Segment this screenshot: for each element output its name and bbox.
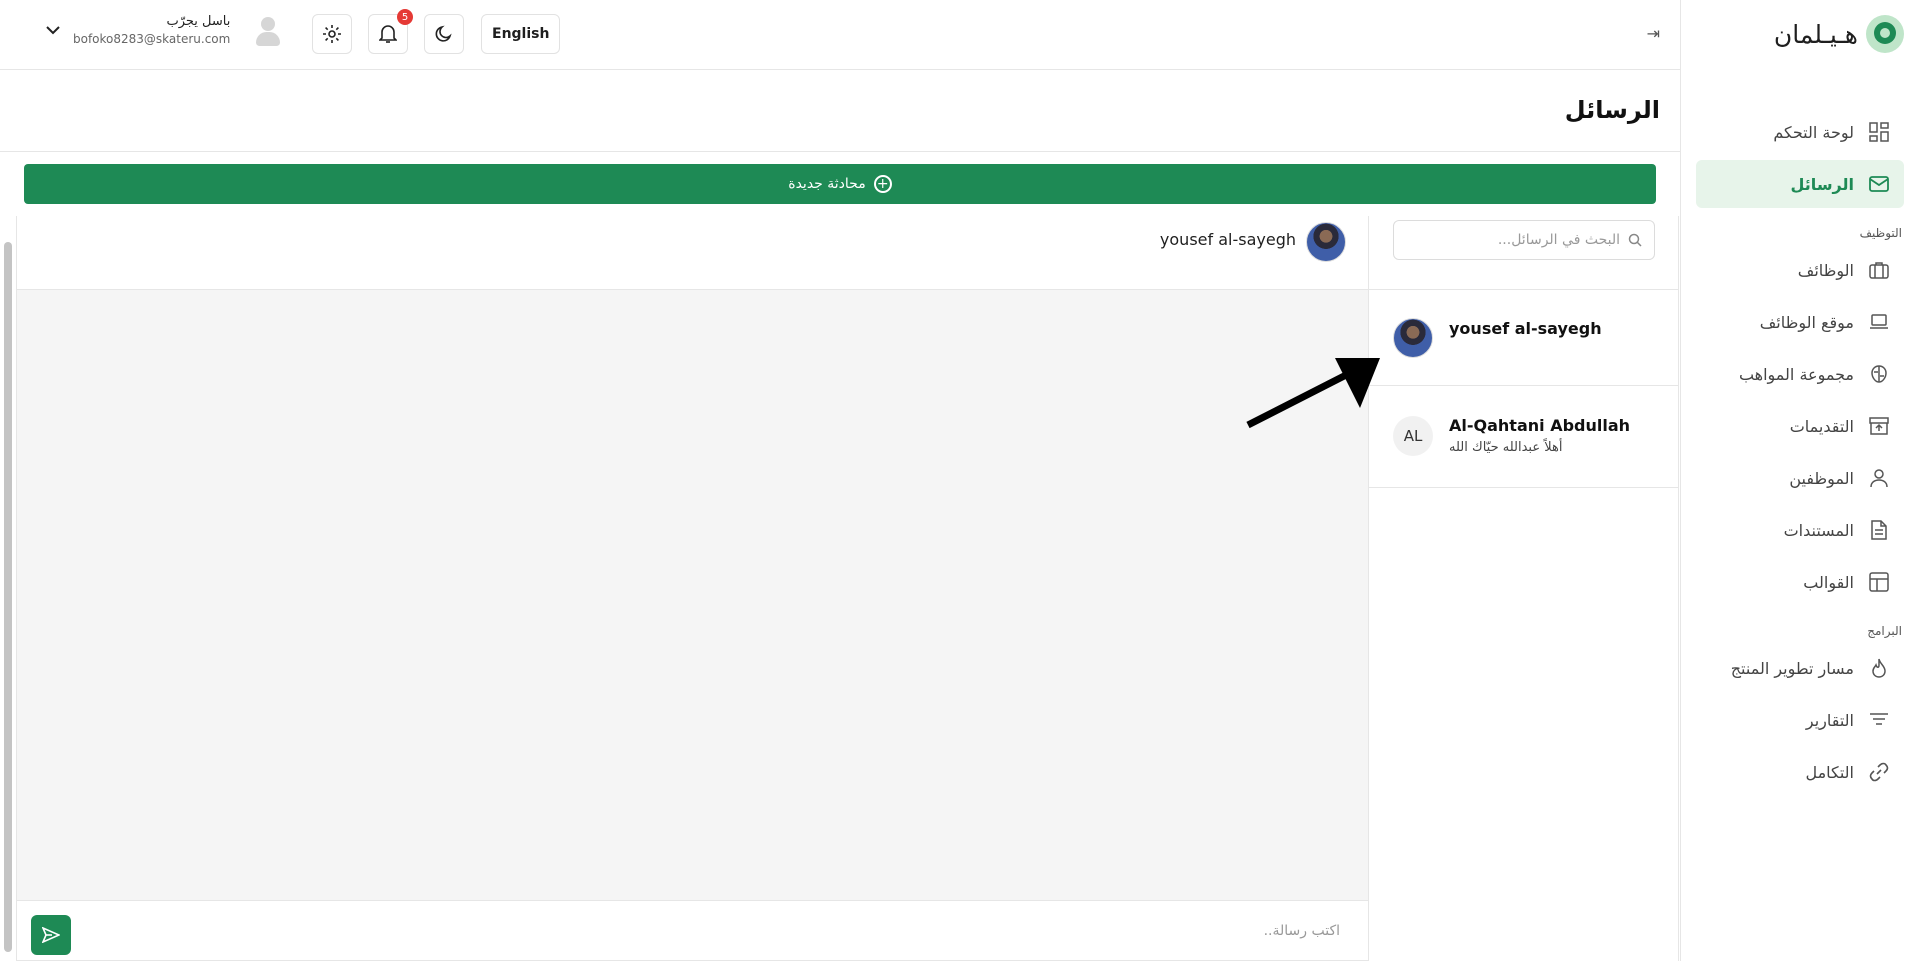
document-icon <box>1868 519 1890 541</box>
conversation-last-message: أهلاً عبدالله حيّاك الله <box>1449 440 1563 455</box>
sidebar-nav: لوحة التحكم الرسائل التوظيف الوظائف موقع… <box>1696 108 1904 800</box>
chat-contact-name: yousef al-sayegh <box>1159 230 1296 249</box>
mail-icon <box>1868 173 1890 195</box>
user-info: باسل يجرّب bofoko8283@skateru.com <box>73 14 230 46</box>
avatar <box>254 14 282 46</box>
brain-icon <box>1868 363 1890 385</box>
chevron-down-icon[interactable] <box>45 25 61 35</box>
sidebar-item-label: مسار تطوير المنتج <box>1730 658 1854 678</box>
user-name: باسل يجرّب <box>166 14 231 29</box>
chat-panel: yousef al-sayegh اكتب رسالة.. <box>16 216 1369 961</box>
archive-icon <box>1868 415 1890 437</box>
sidebar-item-integrations[interactable]: التكامل <box>1696 748 1904 796</box>
divider <box>0 151 1680 152</box>
sidebar-item-templates[interactable]: القوالب <box>1696 558 1904 606</box>
sidebar-item-messages[interactable]: الرسائل <box>1696 160 1904 208</box>
notification-count-badge: 5 <box>397 9 413 25</box>
link-icon <box>1868 761 1890 783</box>
filter-icon <box>1868 709 1890 731</box>
annotation-arrow-icon <box>1246 358 1380 429</box>
brand-mark-icon <box>1866 15 1904 53</box>
sidebar-item-reports[interactable]: التقارير <box>1696 696 1904 744</box>
language-button[interactable]: English <box>481 14 561 54</box>
layout-icon <box>1868 571 1890 593</box>
search-placeholder: البحث في الرسائل... <box>1497 232 1620 248</box>
scrollbar[interactable] <box>4 242 12 952</box>
conversation-name: Al-Qahtani Abdullah <box>1449 416 1631 435</box>
moon-icon <box>435 25 452 42</box>
settings-button[interactable] <box>312 14 352 54</box>
sidebar-item-dashboard[interactable]: لوحة التحكم <box>1696 108 1904 156</box>
laptop-icon <box>1868 311 1890 333</box>
page-title: الرسائل <box>1564 96 1660 124</box>
conversation-item[interactable]: yousef al-sayegh <box>1369 290 1678 386</box>
new-chat-label: محادثة جديدة <box>788 176 866 192</box>
brand-name: هـيـلمان <box>1773 19 1858 49</box>
new-chat-button[interactable]: محادثة جديدة + <box>24 164 1656 204</box>
brand-logo[interactable]: هـيـلمان <box>1774 14 1904 54</box>
conversation-avatar <box>1393 318 1433 358</box>
sidebar-item-label: القوالب <box>1803 572 1854 592</box>
sidebar-item-documents[interactable]: المستندات <box>1696 506 1904 554</box>
message-input[interactable]: اكتب رسالة.. <box>1264 923 1340 939</box>
dashboard-icon <box>1868 121 1890 143</box>
sidebar-item-label: مجموعة المواهب <box>1738 364 1854 384</box>
chat-contact-avatar <box>1306 222 1346 262</box>
sidebar-item-label: الوظائف <box>1797 260 1854 280</box>
top-bar: ⇥ English 5 باسل يجرّب bofoko8283@skater… <box>0 0 1680 70</box>
send-button[interactable] <box>31 915 71 955</box>
gear-icon <box>323 25 341 43</box>
sidebar-item-label: الموظفين <box>1789 468 1854 488</box>
sidebar-item-product-roadmap[interactable]: مسار تطوير المنتج <box>1696 644 1904 692</box>
sidebar: هـيـلمان لوحة التحكم الرسائل التوظيف الو… <box>1680 0 1920 961</box>
conversation-name: yousef al-sayegh <box>1449 319 1602 338</box>
briefcase-icon <box>1868 259 1890 281</box>
sidebar-item-label: الرسائل <box>1790 174 1854 194</box>
sidebar-item-label: التقارير <box>1805 710 1854 730</box>
sidebar-item-label: التكامل <box>1805 762 1854 782</box>
send-icon <box>42 927 60 943</box>
notifications-button[interactable]: 5 <box>368 9 413 54</box>
user-icon <box>1868 467 1890 489</box>
sidebar-item-job-site[interactable]: موقع الوظائف <box>1696 298 1904 346</box>
flame-icon <box>1868 657 1890 679</box>
section-programs: البرامج <box>1867 624 1902 638</box>
sidebar-item-label: موقع الوظائف <box>1759 312 1854 332</box>
sidebar-item-label: المستندات <box>1783 520 1854 540</box>
conversation-item[interactable]: AL Al-Qahtani Abdullah أهلاً عبدالله حيّ… <box>1369 386 1678 488</box>
message-area[interactable] <box>17 290 1368 900</box>
sidebar-item-applications[interactable]: التقديمات <box>1696 402 1904 450</box>
plus-circle-icon: + <box>873 175 892 193</box>
search-input[interactable]: البحث في الرسائل... <box>1393 220 1655 260</box>
chat-header: yousef al-sayegh <box>17 216 1368 290</box>
conversation-list: البحث في الرسائل... yousef al-sayegh AL … <box>1369 216 1679 961</box>
user-email: bofoko8283@skateru.com <box>73 32 231 46</box>
sidebar-item-jobs[interactable]: الوظائف <box>1696 246 1904 294</box>
conversation-avatar: AL <box>1393 416 1433 456</box>
search-icon <box>1628 233 1642 247</box>
theme-toggle-button[interactable] <box>424 14 464 54</box>
collapse-sidebar-icon[interactable]: ⇥ <box>1647 24 1660 43</box>
message-composer: اكتب رسالة.. <box>17 900 1368 960</box>
sidebar-item-label: لوحة التحكم <box>1773 122 1854 142</box>
section-employment: التوظيف <box>1859 226 1902 240</box>
user-menu[interactable]: باسل يجرّب bofoko8283@skateru.com <box>45 14 282 46</box>
bell-icon <box>379 25 397 43</box>
sidebar-item-label: التقديمات <box>1789 416 1854 436</box>
sidebar-item-talent-pool[interactable]: مجموعة المواهب <box>1696 350 1904 398</box>
sidebar-item-employees[interactable]: الموظفين <box>1696 454 1904 502</box>
app-root: هـيـلمان لوحة التحكم الرسائل التوظيف الو… <box>0 0 1920 961</box>
